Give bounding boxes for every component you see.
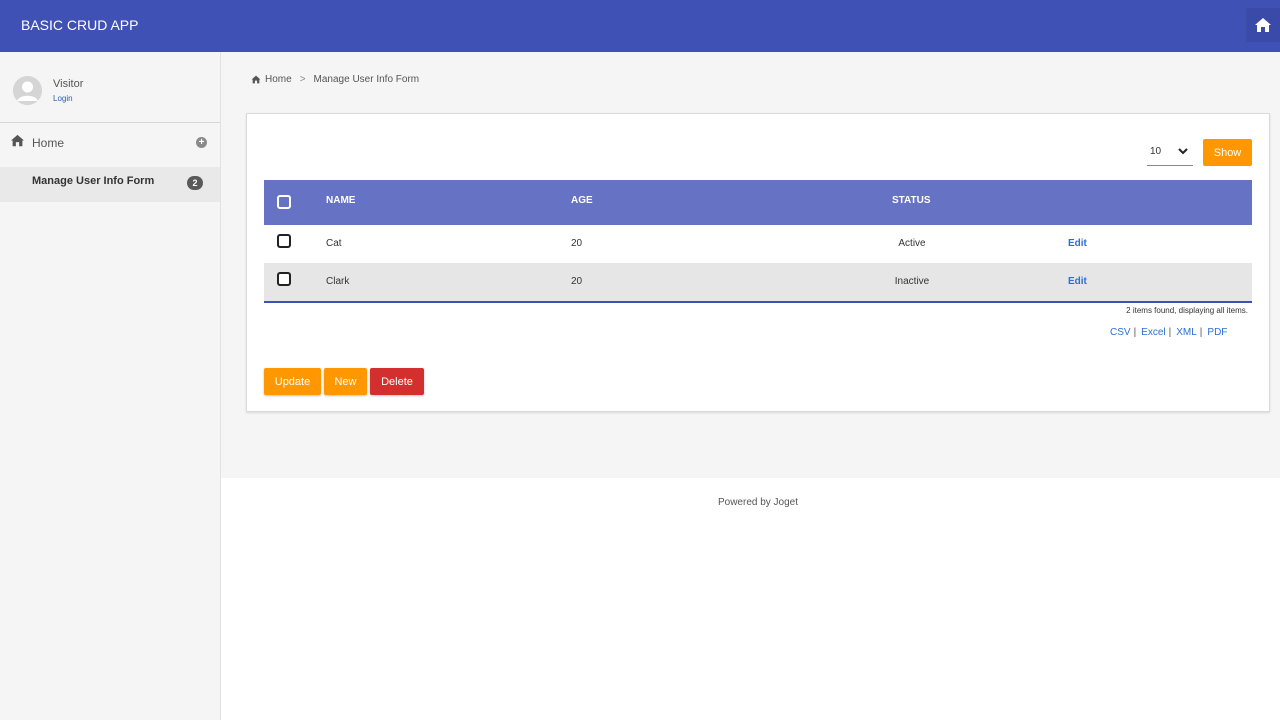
cell-name: Cat xyxy=(326,238,342,249)
page-size-select[interactable]: 10 xyxy=(1147,141,1193,166)
breadcrumb-current: Manage User Info Form xyxy=(313,74,420,85)
cell-age: 20 xyxy=(571,276,583,287)
cell-status: Inactive xyxy=(894,276,930,287)
results-summary: 2 items found, displaying all items. xyxy=(1126,306,1248,315)
footer-text: Powered by Joget xyxy=(717,497,799,508)
edit-link[interactable]: Edit xyxy=(1068,238,1087,249)
count-badge: 2 xyxy=(187,176,203,190)
column-header-status[interactable]: STATUS xyxy=(892,195,931,206)
cell-status: Active xyxy=(898,238,926,249)
export-pdf-link[interactable]: PDF xyxy=(1207,327,1227,338)
sidebar-item-label: Manage User Info Form xyxy=(32,175,155,187)
login-link[interactable]: Login xyxy=(53,94,73,103)
home-icon xyxy=(1255,18,1271,32)
column-header-name[interactable]: NAME xyxy=(326,195,355,206)
cell-age: 20 xyxy=(571,238,583,249)
row-checkbox[interactable] xyxy=(277,272,291,286)
breadcrumb-home[interactable]: Home xyxy=(265,74,292,85)
avatar xyxy=(13,76,42,105)
show-button[interactable]: Show xyxy=(1203,139,1252,166)
delete-button[interactable]: Delete xyxy=(370,368,424,395)
user-name: Visitor xyxy=(53,78,84,90)
new-button[interactable]: New xyxy=(324,368,367,395)
table-row: Clark 20 Inactive Edit xyxy=(264,263,1252,301)
export-csv-link[interactable]: CSV xyxy=(1110,327,1131,338)
row-checkbox[interactable] xyxy=(277,234,291,248)
export-xml-link[interactable]: XML xyxy=(1176,327,1197,338)
table-row: Cat 20 Active Edit xyxy=(264,225,1252,263)
sidebar-item-label: Home xyxy=(32,136,65,150)
user-avatar-icon xyxy=(13,76,42,105)
edit-link[interactable]: Edit xyxy=(1068,276,1087,287)
export-excel-link[interactable]: Excel xyxy=(1141,327,1165,338)
user-profile: Visitor Login xyxy=(0,52,220,123)
column-header-age[interactable]: AGE xyxy=(571,195,593,206)
breadcrumb-separator: > xyxy=(299,74,306,85)
sidebar: Visitor Login Home + Manage User Info Fo… xyxy=(0,52,221,720)
plus-circle-icon[interactable]: + xyxy=(196,137,207,148)
breadcrumb: Home > Manage User Info Form xyxy=(251,74,419,85)
chevron-down-icon xyxy=(1177,144,1189,161)
footer: Powered by Joget xyxy=(221,478,1280,720)
app-title[interactable]: BASIC CRUD APP xyxy=(21,17,138,33)
top-header: BASIC CRUD APP xyxy=(0,0,1280,52)
cell-name: Clark xyxy=(326,276,350,287)
sidebar-item-manage-user-info-form[interactable]: Manage User Info Form 2 xyxy=(0,167,220,202)
export-links: CSV | Excel | XML | PDF xyxy=(1110,327,1228,338)
home-icon xyxy=(10,134,25,152)
home-icon xyxy=(251,75,261,84)
table-header: NAME AGE STATUS xyxy=(264,180,1252,225)
page-size-value: 10 xyxy=(1150,146,1162,157)
sidebar-item-home[interactable]: Home + xyxy=(0,131,220,155)
select-all-checkbox[interactable] xyxy=(277,195,291,209)
table-divider xyxy=(264,301,1252,303)
update-button[interactable]: Update xyxy=(264,368,321,395)
home-button[interactable] xyxy=(1246,8,1280,42)
